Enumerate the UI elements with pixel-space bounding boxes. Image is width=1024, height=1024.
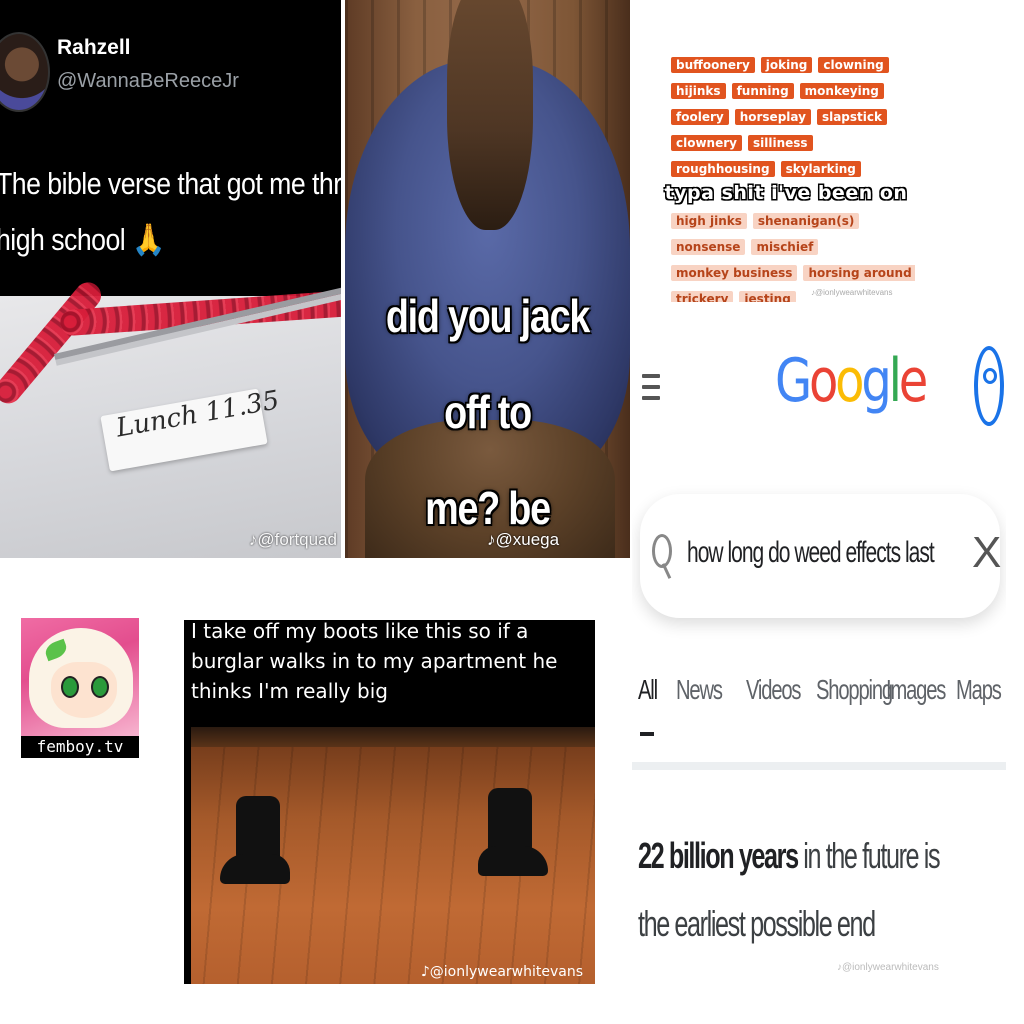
featured-snippet: 22 billion years in the future is the ea…	[638, 822, 974, 958]
synonym-chip[interactable]: hijinks	[671, 83, 726, 99]
synonym-chip[interactable]: silliness	[747, 135, 813, 151]
tab-news[interactable]: News	[676, 674, 723, 706]
hamburger-menu-icon[interactable]	[642, 374, 660, 410]
synonym-chip[interactable]: clownery	[671, 135, 742, 151]
bear-caption: did you jack off to me? be honest	[371, 268, 605, 558]
logo-letter: o	[835, 346, 864, 416]
google-search-panel: Google how long do weed effects last X A…	[632, 322, 1006, 990]
synonym-chip[interactable]: clowning	[818, 57, 889, 73]
tweet-text-line-1: The bible verse that got me throug	[0, 166, 341, 201]
watermark: ♪@xuega	[487, 530, 560, 549]
boot-left	[220, 796, 290, 884]
chip-row: roughhousing skylarking	[671, 156, 911, 182]
tab-videos[interactable]: Videos	[746, 674, 802, 706]
synonym-chip[interactable]: roughhousing	[671, 161, 775, 177]
synonym-chip[interactable]: monkey business	[671, 265, 798, 281]
synonym-chip[interactable]: funning	[731, 83, 794, 99]
tweet-text: The bible verse that got me throug high …	[0, 156, 341, 268]
search-input[interactable]: how long do weed effects last	[687, 536, 935, 570]
active-tab-underline	[640, 732, 654, 736]
logo-label: femboy.tv	[21, 736, 139, 758]
bear-meme-panel: did you jack off to me? be honest ♪@xueg…	[345, 0, 630, 558]
avatar	[0, 32, 50, 112]
chip-row: clownery silliness	[671, 130, 911, 156]
tweet-meme-panel: Rahzell @WannaBeReeceJr The bible verse …	[0, 0, 341, 558]
room-wall	[191, 727, 595, 747]
google-logo: Google	[775, 346, 929, 416]
bear-caption-line-1: did you jack off to	[385, 290, 590, 438]
bear-head	[447, 0, 533, 230]
overlay-caption: typa shit i've been on	[664, 182, 908, 204]
watermark: ♪@ionlywearwhitevans	[811, 288, 893, 297]
divider	[632, 762, 1006, 770]
logo-letter: o	[809, 346, 838, 416]
synonym-chip[interactable]: jesting	[739, 291, 796, 302]
tweet-author-name: Rahzell	[57, 36, 131, 59]
search-tabs: All News Videos Shopping Images Maps	[638, 674, 1006, 706]
tweet-author-handle: @WannaBeReeceJr	[57, 70, 239, 92]
watermark: ♪@ionlywearwhitevans	[837, 962, 939, 973]
character-eye	[91, 676, 109, 698]
chip-row: foolery horseplay slapstick	[671, 104, 911, 130]
synonym-chip[interactable]: horseplay	[734, 109, 811, 125]
synonym-chip[interactable]: shenanigan(s)	[752, 213, 860, 229]
boots-caption: I take off my boots like this so if a bu…	[191, 620, 558, 703]
synonym-chip[interactable]: monkeying	[799, 83, 884, 99]
femboy-tv-logo-panel: femboy.tv	[21, 618, 139, 758]
boots-meme-panel: I take off my boots like this so if a bu…	[184, 620, 595, 984]
synonym-chip[interactable]: trickery	[671, 291, 734, 302]
synonym-chip[interactable]: foolery	[671, 109, 729, 125]
tab-images[interactable]: Images	[886, 674, 946, 706]
boot-right	[488, 788, 532, 876]
tab-maps[interactable]: Maps	[956, 674, 1002, 706]
watermark: ♪@fortquad	[248, 530, 337, 549]
synonym-chip[interactable]: skylarking	[780, 161, 861, 177]
tab-shopping[interactable]: Shopping	[816, 674, 893, 706]
chip-row: buffoonery joking clowning	[671, 56, 911, 78]
synonym-chip[interactable]: mischief	[751, 239, 819, 255]
tweet-text-line-2: high school 🙏	[0, 222, 165, 257]
synonym-chip-list: buffoonery joking clowning hijinks funning mo…	[671, 56, 915, 302]
chip-row: hijinks funning monkeying	[671, 78, 911, 104]
logo-letter: e	[898, 346, 929, 416]
snippet-highlight: 22 billion years	[638, 835, 799, 876]
synonyms-meme-panel: buffoonery joking clowning hijinks funning mo…	[653, 56, 915, 302]
synonym-chip[interactable]: high jinks	[671, 213, 747, 229]
chip-row: high jinks shenanigan(s)	[671, 208, 911, 234]
synonym-chip[interactable]: nonsense	[671, 239, 746, 255]
synonym-chip[interactable]: slapstick	[816, 109, 887, 125]
synonym-chip[interactable]: buffoonery	[671, 57, 755, 73]
account-icon[interactable]	[974, 346, 1004, 426]
clear-icon[interactable]: X	[972, 528, 1001, 578]
search-icon	[652, 534, 672, 568]
synonym-chip[interactable]: joking	[760, 57, 813, 73]
logo-letter: G	[775, 346, 812, 416]
watermark: ♪@ionlywearwhitevans	[420, 964, 583, 980]
chip-row: monkey business horsing around	[671, 260, 915, 286]
logo-letter: g	[861, 346, 891, 416]
character-eye	[61, 676, 79, 698]
chip-row: nonsense mischief	[671, 234, 911, 260]
logo-letter: l	[888, 346, 902, 416]
tab-all[interactable]: All	[638, 674, 658, 706]
synonym-chip[interactable]: horsing around	[803, 265, 915, 281]
